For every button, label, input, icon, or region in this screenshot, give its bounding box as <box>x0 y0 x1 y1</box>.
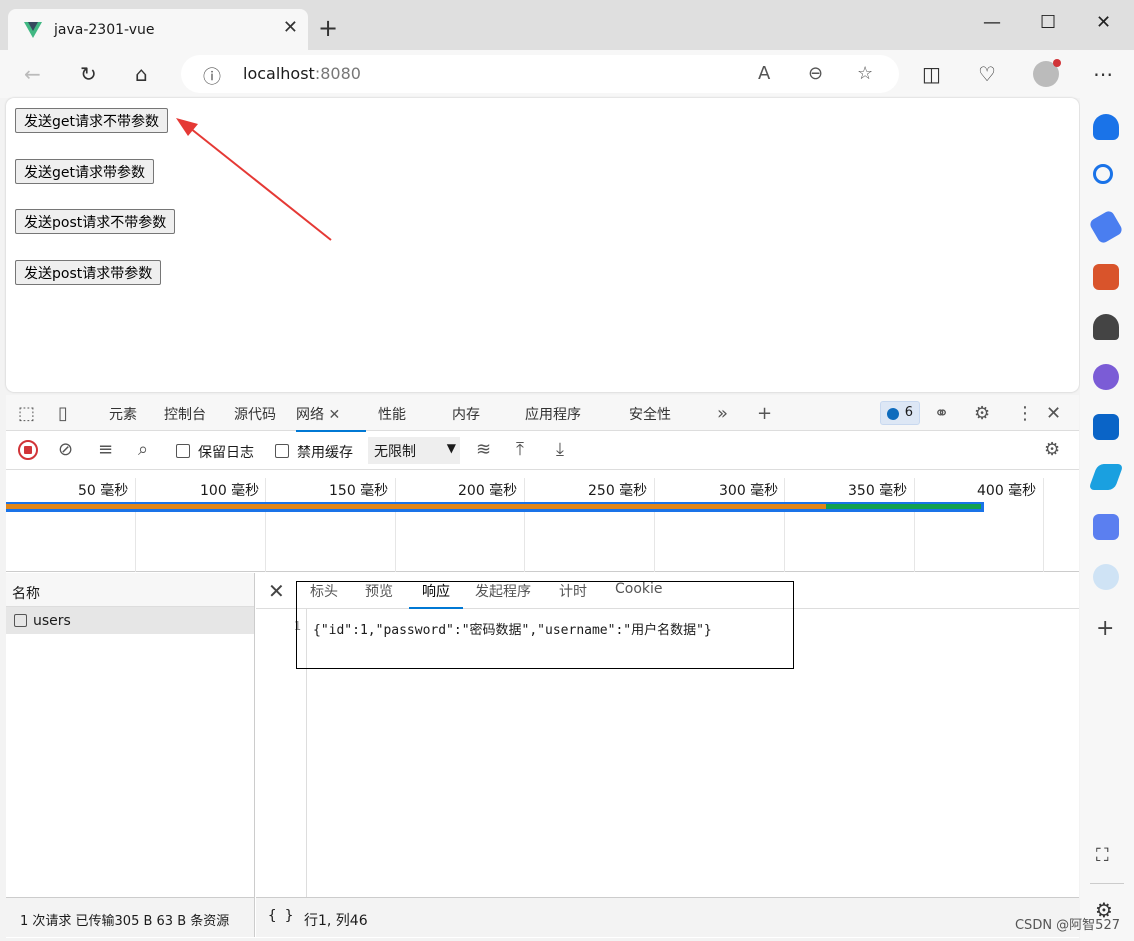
annotation-box <box>296 581 794 669</box>
games-chess-icon[interactable] <box>1093 314 1119 340</box>
send-icon[interactable] <box>1088 464 1124 490</box>
cursor-position: 行1, 列46 <box>304 913 368 929</box>
devtools-menu-icon[interactable]: ⋮ <box>1016 403 1034 424</box>
notifications-bell-icon[interactable] <box>1093 114 1119 140</box>
gridline <box>784 478 785 572</box>
dropdown-arrow-icon: ▼ <box>446 441 456 455</box>
search-icon[interactable]: ⌕ <box>138 439 148 460</box>
watermark: CSDN @阿智527 <box>1014 918 1120 933</box>
disable-cache-label: 禁用缓存 <box>297 445 353 461</box>
gridline <box>914 478 915 572</box>
add-sidebar-app-icon[interactable]: + <box>1096 616 1114 641</box>
request-summary: 1 次请求 已传输305 B 63 B 条资源 <box>6 897 255 937</box>
tab-console[interactable]: 控制台 <box>164 404 206 424</box>
timeline-tick: 400 毫秒 <box>977 483 1037 499</box>
gridline <box>265 478 266 572</box>
edge-sidebar: + ⛶ ⚙ <box>1080 98 1134 941</box>
gridline <box>1043 478 1044 572</box>
more-tabs-icon[interactable]: » <box>717 403 728 424</box>
customize-icon[interactable]: ⚭ <box>934 403 949 424</box>
timeline-bar-waiting <box>6 504 826 509</box>
close-devtools-icon[interactable]: ✕ <box>1046 403 1061 424</box>
network-timeline: 50 毫秒 100 毫秒 150 毫秒 200 毫秒 250 毫秒 300 毫秒… <box>6 471 1079 572</box>
outlook-icon[interactable] <box>1093 414 1119 440</box>
issues-icon <box>887 408 899 420</box>
status-bar: 1 次请求 已传输305 B 63 B 条资源 { } 行1, 列46 <box>6 897 1079 938</box>
search-sidebar-icon[interactable] <box>1093 164 1113 184</box>
timeline-bar-download <box>826 504 981 509</box>
tab-sources[interactable]: 源代码 <box>234 404 276 424</box>
tab-elements[interactable]: 元素 <box>109 404 137 424</box>
network-conditions-icon[interactable]: ≋ <box>476 439 491 460</box>
disable-cache-checkbox[interactable] <box>275 444 289 458</box>
tab-network[interactable]: 网络 ✕ <box>296 404 366 432</box>
request-row-users[interactable]: users <box>6 607 254 634</box>
tools-toolbox-icon[interactable] <box>1093 264 1119 290</box>
timeline-tick: 150 毫秒 <box>329 483 389 499</box>
issues-badge[interactable]: 6 <box>880 401 920 425</box>
tab-performance[interactable]: 性能 <box>378 404 406 424</box>
sidebar-divider <box>1090 883 1124 884</box>
microsoft-365-icon[interactable] <box>1093 364 1119 390</box>
clear-icon[interactable]: ⊘ <box>58 439 73 460</box>
import-har-icon[interactable]: ⤒ <box>516 439 524 460</box>
device-emulation-icon[interactable]: ▯ <box>58 403 68 424</box>
record-stop-icon[interactable] <box>18 440 38 460</box>
timeline-tick: 50 毫秒 <box>78 483 129 499</box>
screenshot-icon[interactable]: ⛶ <box>1096 845 1109 866</box>
preserve-log-checkbox[interactable] <box>176 444 190 458</box>
close-detail-icon[interactable]: ✕ <box>268 579 285 603</box>
preserve-log-label: 保留日志 <box>198 445 254 461</box>
settings-gear-icon[interactable]: ⚙ <box>974 403 990 424</box>
devtools-tab-bar: ⬚ ▯ 元素 控制台 源代码 网络 ✕ 性能 内存 应用程序 安全性 » + 6… <box>6 395 1079 432</box>
gridline <box>524 478 525 572</box>
gridline <box>654 478 655 572</box>
inspect-element-icon[interactable]: ⬚ <box>18 403 35 424</box>
drop-icon[interactable] <box>1093 514 1119 540</box>
response-status: { } 行1, 列46 <box>256 897 1079 937</box>
timeline-tick: 250 毫秒 <box>588 483 648 499</box>
network-toolbar: ⊘ ≡ ⌕ 保留日志 禁用缓存 无限制 ▼ ≋ ⤒ ⤓ ⚙ <box>6 432 1079 470</box>
gridline <box>395 478 396 572</box>
filter-icon[interactable]: ≡ <box>98 439 113 460</box>
document-icon <box>14 614 27 627</box>
add-tool-icon[interactable]: + <box>757 403 772 424</box>
shopping-tag-icon[interactable] <box>1088 209 1124 245</box>
request-list: 名称 users <box>6 573 255 917</box>
tab-security[interactable]: 安全性 <box>629 404 671 424</box>
chat-bubble-icon[interactable] <box>1093 564 1119 590</box>
tab-application[interactable]: 应用程序 <box>525 404 581 424</box>
timeline-tick: 100 毫秒 <box>200 483 260 499</box>
timeline-tick: 350 毫秒 <box>848 483 908 499</box>
network-settings-icon[interactable]: ⚙ <box>1044 439 1060 460</box>
name-column-header[interactable]: 名称 <box>6 573 254 607</box>
pretty-print-button[interactable]: { } <box>268 908 293 924</box>
tab-memory[interactable]: 内存 <box>452 404 480 424</box>
timeline-tick: 200 毫秒 <box>458 483 518 499</box>
export-har-icon[interactable]: ⤓ <box>556 439 564 460</box>
close-tab-icon[interactable]: ✕ <box>328 407 340 423</box>
timeline-tick: 300 毫秒 <box>719 483 779 499</box>
gridline <box>135 478 136 572</box>
throttling-select[interactable]: 无限制 ▼ <box>368 437 460 464</box>
